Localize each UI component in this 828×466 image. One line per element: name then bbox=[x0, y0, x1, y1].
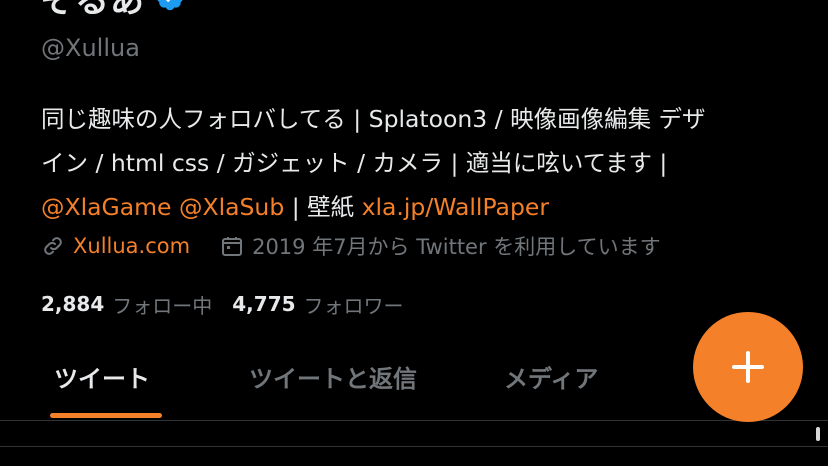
wallpaper-link[interactable]: xla.jp/WallPaper bbox=[362, 193, 549, 221]
profile-meta: Xullua.com 2019 年7月から Twitter を利用しています bbox=[41, 228, 661, 264]
mention-link-xlagame[interactable]: @XlaGame bbox=[41, 193, 172, 221]
active-tab-indicator bbox=[50, 413, 162, 418]
following-count[interactable]: 2,884 bbox=[41, 292, 104, 316]
followers-count[interactable]: 4,775 bbox=[232, 292, 295, 316]
scrollbar[interactable] bbox=[816, 427, 820, 441]
tab-media[interactable]: メディア bbox=[504, 348, 598, 404]
compose-tweet-button[interactable] bbox=[693, 312, 803, 422]
verified-badge-icon bbox=[157, 0, 183, 11]
link-icon bbox=[44, 237, 62, 255]
profile-handle: @Xullua bbox=[41, 34, 140, 62]
tab-tweets[interactable]: ツイート bbox=[54, 348, 150, 404]
following-label[interactable]: フォロー中 bbox=[112, 290, 212, 319]
bio-line-1: 同じ趣味の人フォロバしてる | Splatoon3 / 映像画像編集 デザ bbox=[41, 105, 706, 133]
wallpaper-label: | 壁紙 bbox=[284, 193, 362, 221]
profile-name-row: そるあ bbox=[40, 0, 185, 21]
profile-bio: 同じ趣味の人フォロバしてる | Splatoon3 / 映像画像編集 デザ イン… bbox=[41, 97, 801, 229]
tab-tweets-and-replies[interactable]: ツイートと返信 bbox=[249, 348, 417, 404]
website-link[interactable]: Xullua.com bbox=[73, 234, 190, 258]
calendar-icon bbox=[222, 237, 243, 256]
bio-line-2: イン / html css / ガジェット / カメラ | 適当に呟いてます | bbox=[41, 149, 668, 177]
divider bbox=[0, 446, 828, 447]
mention-link-xlasub[interactable]: @XlaSub bbox=[179, 193, 284, 221]
plus-icon bbox=[732, 351, 764, 383]
followers-label[interactable]: フォロワー bbox=[304, 290, 404, 319]
bio-line-3: @XlaGame @XlaSub | 壁紙 xla.jp/WallPaper bbox=[41, 185, 801, 229]
display-name: そるあ bbox=[40, 0, 145, 21]
tabs-divider bbox=[0, 420, 828, 421]
joined-date: 2019 年7月から Twitter を利用しています bbox=[252, 235, 661, 259]
follow-stats: 2,884 フォロー中 4,775 フォロワー bbox=[41, 288, 404, 320]
